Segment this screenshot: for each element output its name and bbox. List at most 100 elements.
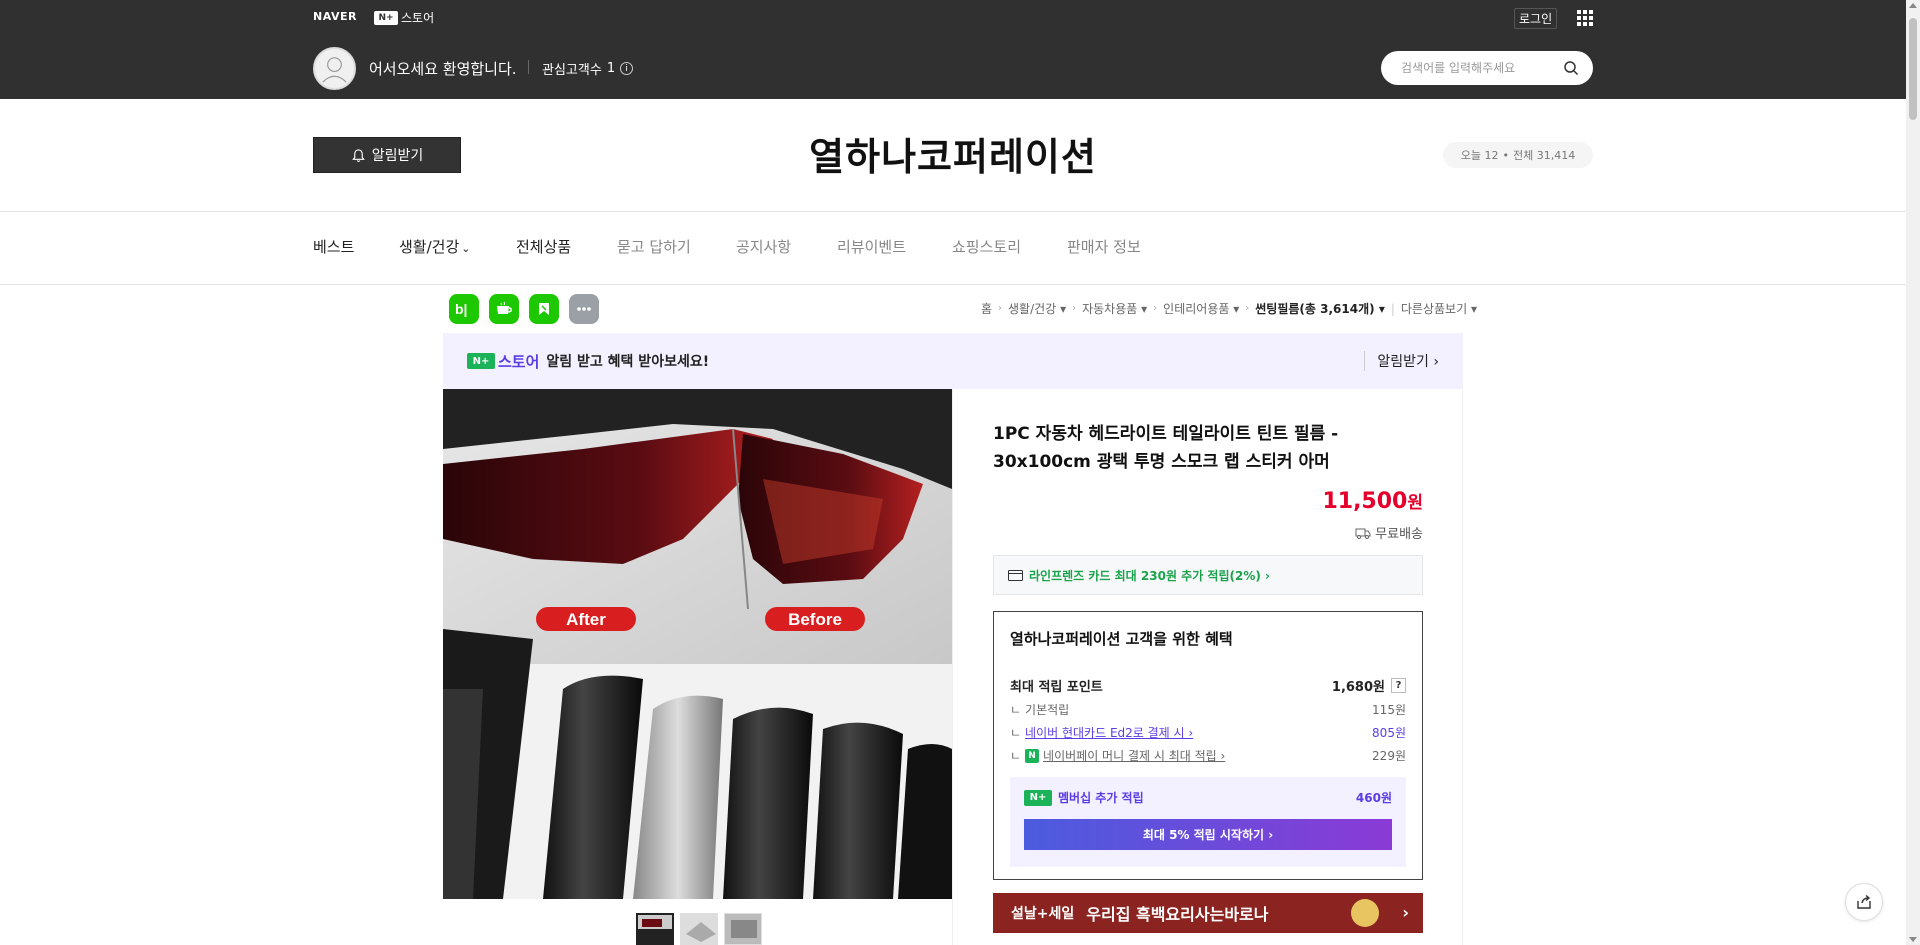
more-icon[interactable] [569, 294, 599, 324]
bookmark-icon[interactable] [529, 294, 559, 324]
credit-card-icon [1008, 569, 1023, 581]
caret-down-icon: ▾ [1378, 302, 1385, 316]
points-value: 115원 [1372, 703, 1406, 717]
max-points-value: 1,680원 [1331, 680, 1385, 695]
scrollbar[interactable] [1906, 0, 1920, 945]
nplus-icon: N+ [374, 10, 398, 25]
favorite-customers: 관심고객수 1 i [542, 59, 634, 78]
nav-review-event[interactable]: 리뷰이벤트 [837, 236, 906, 257]
breadcrumb-label: 자동차용품 [1082, 302, 1138, 316]
nav-qna[interactable]: 묻고 답하기 [617, 236, 691, 257]
scroll-thumb[interactable] [1909, 18, 1917, 120]
breadcrumb-label: 생활/건강 [1008, 302, 1057, 316]
card-offer-link[interactable]: 라인프렌즈 카드 최대 230원 추가 적립(2%) › [993, 555, 1423, 595]
npay-icon: N [1025, 748, 1040, 763]
welcome-text: 어서오세요 환영합니다. [369, 60, 517, 78]
product-image[interactable]: After Before [443, 389, 952, 899]
visit-counter: 오늘 12 • 전체 31,414 [1443, 142, 1593, 168]
delivery-label: 무료배송 [1375, 527, 1423, 542]
nav-best[interactable]: 베스트 [313, 236, 354, 257]
caret-down-icon: ▾ [1060, 302, 1067, 316]
breadcrumb-label: 다른상품보기 [1400, 302, 1468, 316]
nplus-icon: N+ [1024, 789, 1052, 806]
nplus-store-link[interactable]: N+ 스토어 [374, 9, 434, 26]
search-box [1381, 51, 1593, 85]
breadcrumb-arrow-icon: › [998, 303, 1003, 314]
max-points-label: 최대 적립 포인트 [1010, 680, 1103, 695]
breadcrumb-life-health[interactable]: 생활/건강 ▾ [1008, 300, 1066, 317]
chevron-right-icon: › [1402, 903, 1409, 922]
chevron-down-icon: ⌄ [461, 242, 471, 255]
breadcrumb-tint-film[interactable]: 썬팅필름(총 3,614개) ▾ [1255, 300, 1385, 317]
naver-logo[interactable]: NAVER [313, 10, 357, 23]
promo-banner[interactable]: 설날+세일 우리집 흑백요리사는바로나 › [993, 893, 1423, 933]
nav-shopping-story[interactable]: 쇼핑스토리 [952, 236, 1021, 257]
fav-label: 관심고객수 [542, 63, 602, 78]
caret-down-icon: ▾ [1141, 302, 1148, 316]
truck-icon [1355, 528, 1371, 539]
nplus-icon: N+ [467, 353, 495, 369]
top-bar: NAVER N+ 스토어 로그인 어서오세요 환영합니다. 관심고객수 1 i [0, 0, 1906, 99]
blog-icon[interactable]: b| [449, 294, 479, 324]
start-membership-button[interactable]: 최대 5% 적립 시작하기 › [1024, 819, 1392, 850]
divider [528, 60, 529, 74]
promo-tag: 설날+세일 [1011, 906, 1075, 922]
hyundai-card-link[interactable]: 네이버 현대카드 Ed2로 결제 시 › [1025, 724, 1193, 741]
breadcrumb: 홈 › 생활/건강 ▾ › 자동차용품 ▾ › 인테리어용품 ▾ › 썬팅필름(… [981, 300, 1477, 317]
points-row: ㄴ 기본적립 115원 [1010, 701, 1406, 718]
points-row: ㄴ N 네이버페이 머니 결제 시 최대 적립 › 229원 [1010, 747, 1406, 764]
cafe-icon[interactable] [489, 294, 519, 324]
divider [0, 284, 1906, 285]
notice-subscribe-button[interactable]: 알림받기 › [1364, 351, 1439, 371]
other-products-dropdown[interactable]: 다른상품보기 ▾ [1401, 300, 1477, 317]
points-label: ㄴ N 네이버페이 머니 결제 시 최대 적립 › [1010, 747, 1226, 764]
points-label-text: 기본적립 [1025, 703, 1070, 717]
thumbnail[interactable] [724, 913, 762, 945]
membership-value: 460원 [1355, 791, 1392, 805]
promo-text: 우리집 흑백요리사는바로나 [1086, 905, 1269, 924]
help-icon[interactable]: ? [1391, 678, 1406, 693]
divider: | [1390, 301, 1395, 316]
thumbnail-strip [636, 913, 762, 945]
nav-life-health[interactable]: 생활/건강 ⌄ [399, 236, 470, 257]
thumbnail[interactable] [680, 913, 718, 945]
notify-banner: N+ 스토어 알림 받고 혜택 받아보세요! 알림받기 › [443, 333, 1463, 389]
divider [0, 211, 1906, 212]
character-icon [1351, 899, 1379, 927]
store-title[interactable]: 열하나코퍼레이션 [0, 126, 1906, 181]
info-icon[interactable]: i [620, 62, 634, 75]
share-button[interactable] [1845, 883, 1883, 921]
apps-grid-icon[interactable] [1577, 10, 1593, 26]
price-value: 11,500 [1322, 489, 1408, 514]
visits-dot: • [1502, 148, 1510, 162]
avatar[interactable] [313, 47, 356, 90]
svg-text:Before: Before [788, 610, 842, 629]
breadcrumb-label: 인테리어용품 [1163, 302, 1230, 316]
membership-row: N+ 멤버십 추가 적립 460원 [1024, 789, 1392, 806]
scroll-up-icon[interactable] [1909, 3, 1917, 8]
scroll-down-icon[interactable] [1909, 937, 1917, 942]
search-icon[interactable] [1563, 60, 1579, 76]
breadcrumb-home[interactable]: 홈 [981, 300, 992, 317]
max-points-row: 최대 적립 포인트 1,680원 ? [1010, 676, 1406, 695]
search-input[interactable] [1401, 61, 1563, 75]
product-price: 11,500원 [1322, 488, 1423, 514]
nav-seller-info[interactable]: 판매자 정보 [1067, 236, 1141, 257]
nplus-store-logo: N+ 스토어 [467, 351, 539, 372]
breadcrumb-interior[interactable]: 인테리어용품 ▾ [1163, 300, 1239, 317]
points-label: ㄴ 기본적립 [1010, 703, 1070, 717]
nav-all-products[interactable]: 전체상품 [516, 236, 571, 257]
membership-box: N+ 멤버십 추가 적립 460원 최대 5% 적립 시작하기 › [1010, 777, 1406, 867]
caret-down-icon: ▾ [1233, 302, 1240, 316]
product-title: 1PC 자동차 헤드라이트 테일라이트 틴트 필름 - 30x100cm 광택 … [993, 424, 1339, 472]
npay-money-link[interactable]: 네이버페이 머니 결제 시 최대 적립 › [1043, 747, 1225, 764]
thumbnail[interactable] [636, 913, 674, 945]
breadcrumb-arrow-icon: › [1072, 303, 1077, 314]
points-label: ㄴ 네이버 현대카드 Ed2로 결제 시 › [1010, 724, 1194, 741]
nav-notice[interactable]: 공지사항 [736, 236, 791, 257]
delivery-info: 무료배송 [1355, 523, 1423, 542]
breadcrumb-car-goods[interactable]: 자동차용품 ▾ [1082, 300, 1147, 317]
price-currency: 원 [1407, 493, 1423, 513]
login-button[interactable]: 로그인 [1514, 8, 1558, 29]
notice-text: 알림 받고 혜택 받아보세요! [546, 354, 710, 370]
